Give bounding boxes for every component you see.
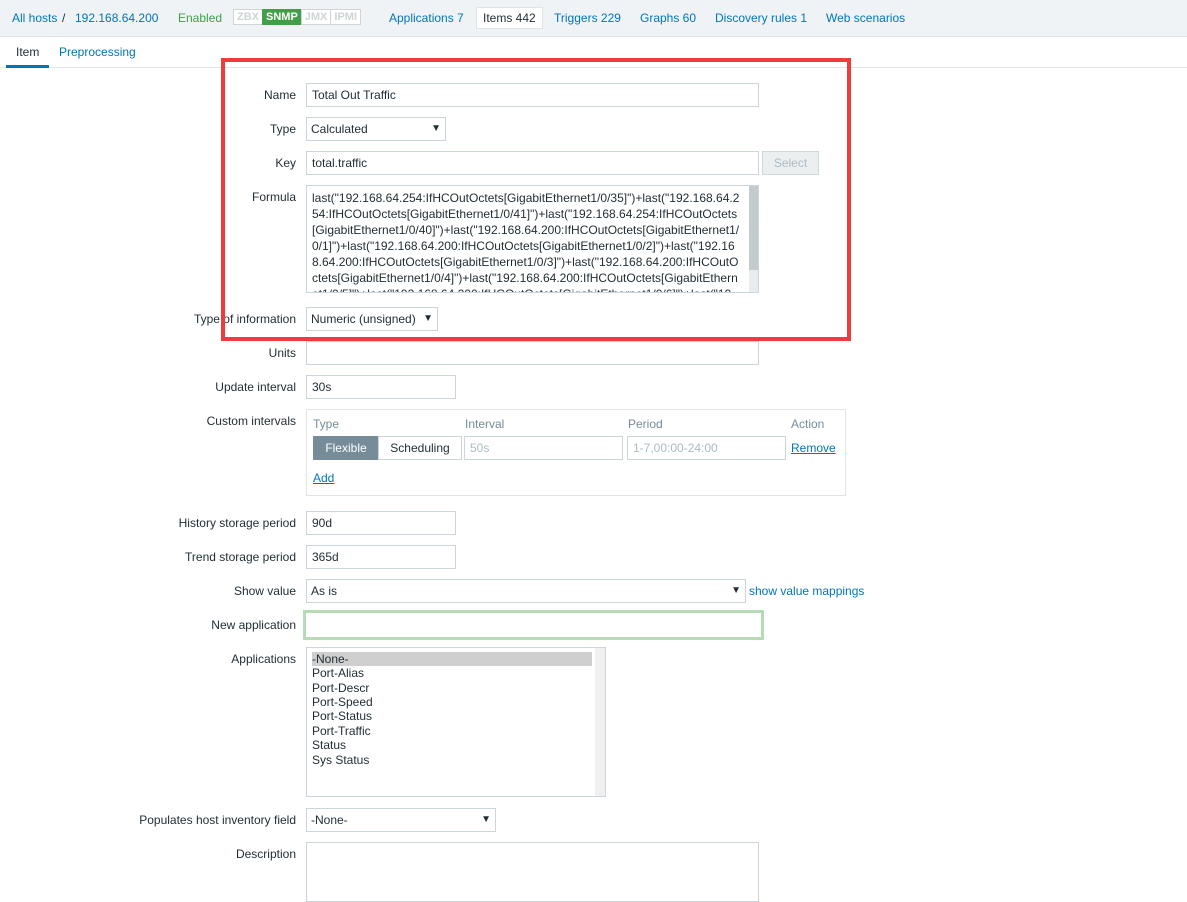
- nav-triggers[interactable]: Triggers 229: [554, 11, 621, 25]
- active-tab-indicator: [6, 65, 49, 68]
- application-option[interactable]: -None-: [312, 652, 592, 666]
- show-value-label: Show value: [233, 584, 296, 598]
- inventory-field-select[interactable]: -None- ▼: [306, 808, 496, 832]
- key-input[interactable]: total.traffic: [306, 151, 759, 175]
- availability-badges: ZBX SNMP JMX IPMI: [233, 9, 362, 25]
- formula-textarea[interactable]: [306, 185, 759, 293]
- nav-applications[interactable]: Applications 7: [389, 11, 464, 25]
- trend-storage-input[interactable]: 365d: [306, 545, 456, 569]
- type-of-information-value: Numeric (unsigned): [311, 312, 416, 326]
- update-interval-label: Update interval: [215, 380, 296, 394]
- trend-storage-label: Trend storage period: [185, 550, 296, 564]
- application-option[interactable]: Port-Alias: [312, 666, 592, 680]
- applications-listbox[interactable]: -None- Port-Alias Port-Descr Port-Speed …: [306, 647, 606, 797]
- applications-scrollbar[interactable]: [595, 648, 605, 796]
- applications-label: Applications: [231, 652, 296, 666]
- application-option[interactable]: Port-Traffic: [312, 724, 592, 738]
- new-application-label: New application: [211, 618, 296, 632]
- type-select-value: Calculated: [311, 122, 368, 136]
- description-label: Description: [235, 847, 296, 861]
- application-option[interactable]: Port-Status: [312, 709, 592, 723]
- nav-discovery-rules[interactable]: Discovery rules 1: [715, 11, 807, 25]
- chevron-down-icon: ▼: [731, 585, 741, 596]
- chevron-down-icon: ▼: [431, 123, 441, 134]
- inventory-field-label: Populates host inventory field: [139, 813, 296, 827]
- breadcrumb-all-hosts[interactable]: All hosts: [12, 11, 57, 25]
- availability-zbx: ZBX: [233, 9, 263, 25]
- tab-item[interactable]: Item: [16, 45, 39, 59]
- type-select[interactable]: Calculated ▼: [306, 117, 446, 141]
- history-storage-label: History storage period: [178, 516, 296, 530]
- update-interval-input[interactable]: 30s: [306, 375, 456, 399]
- nav-web-scenarios[interactable]: Web scenarios: [826, 11, 905, 25]
- flexible-toggle[interactable]: Flexible: [313, 436, 379, 460]
- application-option[interactable]: Port-Descr: [312, 681, 592, 695]
- description-textarea[interactable]: [306, 842, 759, 902]
- show-value-mappings-link[interactable]: show value mappings: [749, 584, 864, 598]
- breadcrumb-separator: /: [62, 11, 66, 25]
- units-input[interactable]: [306, 341, 759, 365]
- formula-label: Formula: [251, 190, 296, 204]
- form-tabs: Item Preprocessing: [0, 37, 1187, 68]
- inventory-field-value: -None-: [311, 813, 348, 827]
- formula-scrollbar-thumb[interactable]: [749, 186, 758, 270]
- type-of-information-select[interactable]: Numeric (unsigned) ▼: [306, 307, 438, 331]
- availability-ipmi: IPMI: [330, 9, 362, 25]
- type-label: Type: [269, 122, 296, 136]
- formula-scrollbar[interactable]: [749, 186, 758, 292]
- show-value-selected: As is: [311, 584, 338, 598]
- availability-jmx: JMX: [300, 9, 332, 25]
- application-option[interactable]: Sys Status: [312, 753, 592, 767]
- key-label: Key: [275, 156, 296, 170]
- breadcrumb-host[interactable]: 192.168.64.200: [75, 11, 158, 25]
- nav-items[interactable]: Items 442: [476, 7, 543, 29]
- tab-preprocessing[interactable]: Preprocessing: [59, 45, 136, 59]
- history-storage-input[interactable]: 90d: [306, 511, 456, 535]
- availability-snmp: SNMP: [262, 9, 302, 25]
- name-input[interactable]: Total Out Traffic: [306, 83, 759, 107]
- custom-intervals-header-action: Action: [791, 417, 825, 431]
- host-navigation-bar: All hosts / 192.168.64.200 Enabled ZBX S…: [0, 0, 1187, 37]
- name-label: Name: [263, 88, 296, 102]
- chevron-down-icon: ▼: [423, 313, 433, 324]
- type-of-information-label: Type of information: [193, 312, 296, 326]
- application-option[interactable]: Port-Speed: [312, 695, 592, 709]
- custom-intervals-header-period: Period: [628, 417, 663, 431]
- custom-intervals-table: Type Interval Period Action Flexible Sch…: [306, 409, 846, 496]
- nav-graphs[interactable]: Graphs 60: [640, 11, 696, 25]
- period-input[interactable]: 1-7,00:00-24:00: [627, 436, 786, 460]
- host-status-enabled[interactable]: Enabled: [178, 11, 222, 25]
- chevron-down-icon: ▼: [481, 814, 491, 825]
- scheduling-toggle[interactable]: Scheduling: [378, 436, 462, 460]
- show-value-select[interactable]: As is ▼: [306, 579, 746, 603]
- units-label: Units: [268, 346, 296, 360]
- new-application-input[interactable]: [303, 610, 764, 640]
- remove-interval-link[interactable]: Remove: [791, 441, 836, 455]
- custom-intervals-label: Custom intervals: [206, 414, 296, 428]
- interval-input[interactable]: 50s: [464, 436, 623, 460]
- application-option[interactable]: Status: [312, 738, 592, 752]
- select-button[interactable]: Select: [762, 151, 819, 175]
- custom-intervals-header-interval: Interval: [465, 417, 505, 431]
- add-interval-link[interactable]: Add: [313, 471, 334, 485]
- custom-intervals-header-type: Type: [313, 417, 340, 431]
